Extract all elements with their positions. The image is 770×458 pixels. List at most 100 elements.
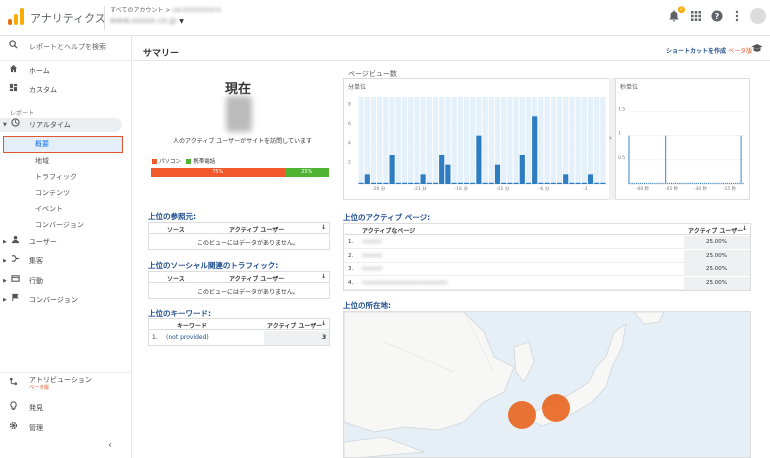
- bar[interactable]: [538, 182, 544, 184]
- sidebar-item-attribution[interactable]: アトリビューション ベータ版: [0, 376, 132, 391]
- bar[interactable]: [507, 182, 513, 184]
- page-path-cell[interactable]: /xxxxx/: [362, 263, 382, 276]
- bar[interactable]: [682, 182, 684, 184]
- bar[interactable]: [663, 182, 665, 184]
- bar[interactable]: [740, 135, 742, 184]
- bar[interactable]: [642, 182, 643, 184]
- sidebar-item-conversions[interactable]: ▶ コンバージョン: [0, 293, 132, 307]
- bar[interactable]: [420, 174, 426, 184]
- bar[interactable]: [463, 182, 470, 184]
- bar[interactable]: [671, 182, 672, 184]
- bar[interactable]: [707, 182, 709, 184]
- bar[interactable]: [370, 182, 377, 184]
- bar[interactable]: [401, 182, 408, 184]
- create-shortcut-link[interactable]: ショートカットを作成 ベータ版: [666, 46, 752, 55]
- sort-down-icon[interactable]: ↓: [321, 320, 326, 327]
- sidebar-item-discover[interactable]: 発見: [0, 401, 132, 415]
- bar[interactable]: [377, 182, 383, 184]
- bar[interactable]: [669, 182, 671, 184]
- bar[interactable]: [645, 182, 647, 184]
- bar[interactable]: [742, 182, 744, 184]
- bar[interactable]: [426, 182, 432, 184]
- bar[interactable]: [383, 182, 389, 184]
- bar[interactable]: [734, 182, 736, 184]
- bar[interactable]: [651, 182, 653, 184]
- bar[interactable]: [628, 135, 630, 184]
- sidebar-item-audience[interactable]: ▶ ユーザー: [0, 235, 132, 249]
- bar[interactable]: [665, 135, 667, 184]
- bar[interactable]: [638, 182, 640, 184]
- sidebar-item-realtime[interactable]: ▼ リアルタイム: [0, 118, 132, 132]
- bar[interactable]: [686, 182, 688, 184]
- bar[interactable]: [727, 182, 729, 184]
- bar[interactable]: [678, 182, 680, 184]
- sidebar-subitem-conversions[interactable]: コンバージョン: [35, 220, 84, 230]
- sidebar-item-admin[interactable]: 管理: [0, 421, 132, 435]
- sidebar-subitem-location[interactable]: 地域: [35, 156, 49, 166]
- bar[interactable]: [711, 182, 713, 184]
- bar[interactable]: [684, 182, 686, 184]
- bar[interactable]: [674, 182, 676, 184]
- bar[interactable]: [364, 174, 370, 184]
- bar[interactable]: [680, 182, 682, 184]
- analytics-logo[interactable]: [8, 8, 24, 25]
- bar[interactable]: [457, 182, 463, 184]
- graduation-cap-icon[interactable]: [751, 43, 763, 55]
- help-icon[interactable]: ?: [711, 10, 723, 22]
- bar[interactable]: [701, 182, 703, 184]
- bar[interactable]: [690, 182, 692, 184]
- bar[interactable]: [575, 182, 581, 184]
- bar[interactable]: [696, 182, 698, 184]
- bar[interactable]: [470, 182, 476, 184]
- bar[interactable]: [563, 174, 569, 184]
- bar[interactable]: [439, 155, 445, 184]
- chevron-right-icon[interactable]: ›: [609, 134, 612, 142]
- bar[interactable]: [451, 182, 457, 184]
- bar[interactable]: [594, 182, 600, 184]
- bar[interactable]: [698, 182, 700, 184]
- bar[interactable]: [445, 164, 451, 184]
- bar[interactable]: [705, 182, 707, 184]
- bar[interactable]: [692, 182, 694, 184]
- bar[interactable]: [501, 182, 507, 184]
- bar[interactable]: [655, 182, 657, 184]
- bar[interactable]: [482, 182, 488, 184]
- page-path-cell[interactable]: /xxxxx/xxxxxxxxxx/xxxxxxxxx/: [362, 277, 448, 290]
- location-map[interactable]: [343, 311, 751, 458]
- page-path-cell[interactable]: /xxxxx/: [362, 236, 382, 249]
- sidebar-search[interactable]: レポートとヘルプを検索: [0, 40, 132, 54]
- bar[interactable]: [703, 182, 705, 184]
- bar[interactable]: [667, 182, 669, 184]
- bar[interactable]: [519, 155, 525, 184]
- bar[interactable]: [721, 182, 723, 184]
- bar[interactable]: [700, 182, 701, 184]
- bar[interactable]: [709, 182, 711, 184]
- bar[interactable]: [556, 182, 563, 184]
- bar[interactable]: [513, 182, 519, 184]
- chevron-left-icon[interactable]: ‹: [108, 440, 112, 451]
- bar[interactable]: [661, 182, 663, 184]
- col-active-users[interactable]: アクティブ ユーザー: [267, 321, 322, 330]
- bar[interactable]: [717, 182, 719, 184]
- bar[interactable]: [581, 182, 587, 184]
- bar[interactable]: [676, 182, 678, 184]
- bar[interactable]: [657, 182, 659, 184]
- bar[interactable]: [494, 164, 501, 184]
- sidebar-subitem-overview-selected[interactable]: 概要: [3, 136, 123, 153]
- bar[interactable]: [659, 182, 661, 184]
- bar[interactable]: [532, 116, 538, 184]
- bar[interactable]: [643, 182, 645, 184]
- location-marker[interactable]: [508, 401, 536, 429]
- bar[interactable]: [640, 182, 642, 184]
- bar[interactable]: [730, 182, 732, 184]
- bar[interactable]: [630, 182, 632, 184]
- bar[interactable]: [636, 182, 638, 184]
- keyword-cell[interactable]: (not provided): [166, 334, 209, 341]
- bar[interactable]: [600, 182, 606, 184]
- bar[interactable]: [713, 182, 715, 184]
- bar[interactable]: [389, 155, 395, 184]
- bar[interactable]: [488, 182, 494, 184]
- sidebar-subitem-events[interactable]: イベント: [35, 204, 63, 214]
- bar[interactable]: [715, 182, 717, 184]
- col-active-users[interactable]: アクティブ ユーザー: [229, 225, 284, 234]
